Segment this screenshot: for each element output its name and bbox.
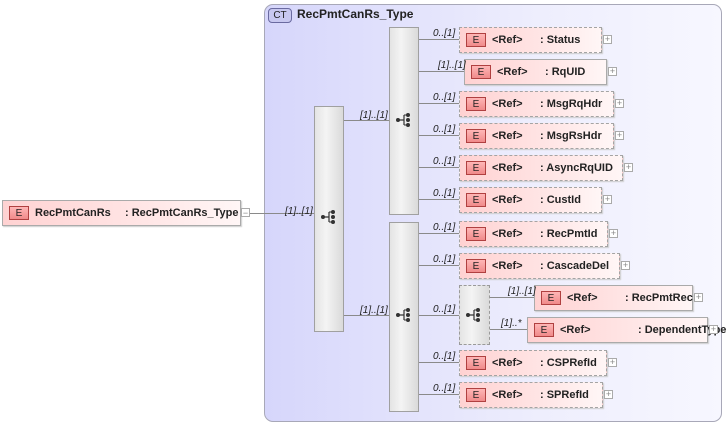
element-cascadedel[interactable]: E <Ref> : CascadeDel — [459, 253, 620, 279]
element-custid[interactable]: E <Ref> : CustId — [459, 187, 602, 213]
element-badge: E — [534, 323, 554, 337]
element-badge: E — [466, 129, 486, 143]
cardinality-label: 0..[1] — [433, 92, 456, 103]
connector — [419, 199, 459, 200]
ref-label: <Ref> — [492, 162, 523, 174]
element-badge: E — [541, 291, 561, 305]
ref-label: <Ref> — [567, 292, 598, 304]
connector — [490, 329, 527, 330]
cardinality-label: [1]..* — [501, 318, 522, 329]
cardinality-label: [1]..[1] — [438, 60, 466, 71]
root-element-name: RecPmtCanRs — [35, 207, 111, 219]
expand-toggle[interactable]: + — [624, 163, 633, 172]
cardinality-label: 0..[1] — [433, 156, 456, 167]
expand-toggle[interactable]: + — [609, 229, 618, 238]
sequence-icon — [396, 113, 410, 127]
ref-label: <Ref> — [560, 324, 591, 336]
connector — [490, 297, 534, 298]
ref-label: <Ref> — [492, 260, 523, 272]
element-badge: E — [466, 33, 486, 47]
sequence-icon — [396, 308, 410, 322]
ref-label: <Ref> — [492, 130, 523, 142]
ref-label: <Ref> — [492, 34, 523, 46]
complex-type-badge: CT — [268, 8, 292, 23]
cardinality-label: 0..[1] — [433, 254, 456, 265]
element-badge: E — [466, 356, 486, 370]
cardinality-label: 0..[1] — [433, 304, 456, 315]
choice-icon — [466, 308, 480, 322]
collapse-toggle[interactable]: − — [241, 208, 250, 218]
cardinality-label: [1]..[1] — [285, 206, 313, 217]
complex-type-title: RecPmtCanRs_Type — [297, 7, 414, 21]
cardinality-label: [1]..[1] — [360, 305, 388, 316]
element-recpmtid[interactable]: E <Ref> : RecPmtId — [459, 221, 608, 247]
ref-label: <Ref> — [492, 357, 523, 369]
connector — [419, 103, 459, 104]
sequence-icon — [321, 210, 335, 224]
ref-label: <Ref> — [492, 194, 523, 206]
cardinality-label: 0..[1] — [433, 28, 456, 39]
element-name: : RecPmtId — [540, 228, 598, 240]
element-badge: E — [9, 206, 29, 220]
expand-toggle[interactable]: + — [615, 99, 624, 108]
element-sprefid[interactable]: E <Ref> : SPRefId — [459, 382, 603, 408]
ref-label: <Ref> — [497, 66, 528, 78]
element-recpmtrec[interactable]: E <Ref> : RecPmtRec — [534, 285, 693, 311]
ref-label: <Ref> — [492, 98, 523, 110]
ref-label: <Ref> — [492, 228, 523, 240]
cardinality-label: 0..[1] — [433, 124, 456, 135]
expand-toggle[interactable]: + — [709, 325, 718, 334]
expand-toggle[interactable]: + — [694, 293, 703, 302]
root-element-type: : RecPmtCanRs_Type — [125, 207, 239, 219]
cardinality-label: [1]..[1] — [508, 286, 536, 297]
cardinality-label: [1]..[1] — [360, 110, 388, 121]
element-name: : RqUID — [545, 66, 586, 78]
element-name: : Status — [540, 34, 581, 46]
connector — [419, 265, 459, 266]
element-rquid[interactable]: E <Ref> : RqUID — [464, 59, 607, 85]
connector — [419, 135, 459, 136]
expand-toggle[interactable]: + — [621, 261, 630, 270]
connector — [419, 167, 459, 168]
element-name: : AsyncRqUID — [540, 162, 613, 174]
ref-label: <Ref> — [492, 389, 523, 401]
root-element[interactable]: E RecPmtCanRs : RecPmtCanRs_Type — [2, 200, 241, 226]
element-name: : MsgRsHdr — [540, 130, 602, 142]
cardinality-label: 0..[1] — [433, 351, 456, 362]
element-badge: E — [471, 65, 491, 79]
expand-toggle[interactable]: + — [608, 358, 617, 367]
element-name: : MsgRqHdr — [540, 98, 603, 110]
element-csprefid[interactable]: E <Ref> : CSPRefId — [459, 350, 607, 376]
element-asyncrquid[interactable]: E <Ref> : AsyncRqUID — [459, 155, 623, 181]
element-badge: E — [466, 259, 486, 273]
connector — [419, 39, 459, 40]
element-name: : RecPmtRec — [625, 292, 693, 304]
expand-toggle[interactable]: + — [615, 131, 624, 140]
element-name: : CascadeDel — [540, 260, 610, 272]
connector — [419, 362, 459, 363]
element-name: : CustId — [540, 194, 581, 206]
element-badge: E — [466, 161, 486, 175]
connector — [419, 233, 459, 234]
connector — [419, 71, 464, 72]
expand-toggle[interactable]: + — [604, 390, 613, 399]
connector — [419, 315, 459, 316]
expand-toggle[interactable]: + — [603, 35, 612, 44]
cardinality-label: 0..[1] — [433, 222, 456, 233]
expand-toggle[interactable]: + — [608, 67, 617, 76]
element-badge: E — [466, 97, 486, 111]
element-msgrshdr[interactable]: E <Ref> : MsgRsHdr — [459, 123, 614, 149]
element-name: : SPRefId — [540, 389, 589, 401]
element-dependenttype[interactable]: E <Ref>: DependentType — [527, 317, 726, 343]
cardinality-label: 0..[1] — [433, 383, 456, 394]
connector — [419, 394, 459, 395]
element-msgrqhdr[interactable]: E <Ref> : MsgRqHdr — [459, 91, 614, 117]
element-badge: E — [466, 227, 486, 241]
expand-toggle[interactable]: + — [603, 195, 612, 204]
element-badge: E — [466, 388, 486, 402]
cardinality-label: 0..[1] — [433, 188, 456, 199]
element-status[interactable]: E <Ref> : Status — [459, 27, 602, 53]
element-name: : CSPRefId — [540, 357, 597, 369]
element-badge: E — [466, 193, 486, 207]
